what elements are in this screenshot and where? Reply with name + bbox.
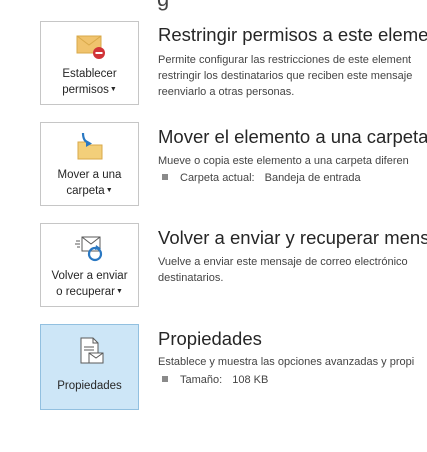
set-permissions-label-1: Establecer <box>62 68 117 80</box>
detail-label: Tamaño: <box>180 374 223 386</box>
detail-label: Carpeta actual: <box>180 172 255 184</box>
detail-value: 108 KB <box>232 374 269 386</box>
dropdown-caret-icon: ▼ <box>105 187 113 194</box>
section-description-line: Vuelve a enviar este mensaje de correo e… <box>158 256 408 268</box>
section-title: Mover el elemento a una carpeta <box>158 126 427 147</box>
resend-recall-label-2: o recuperar <box>56 286 115 298</box>
bullet-icon <box>162 376 168 382</box>
section-description-line: destinatarios. <box>158 272 224 284</box>
section-title: Restringir permisos a este elemen <box>158 24 427 45</box>
properties-label: Propiedades <box>57 380 122 392</box>
resend-recall-icon <box>75 236 103 262</box>
restrict-envelope-icon <box>76 35 105 59</box>
section-description-line: restringir los destinatarios que reciben… <box>158 70 413 82</box>
bullet-icon <box>162 174 168 180</box>
dropdown-caret-icon: ▼ <box>109 86 117 93</box>
section-description-line: Permite configurar las restricciones de … <box>158 54 412 66</box>
section-description-line: reenviarlo a otras personas. <box>158 86 295 98</box>
page-heading-fragment: g <box>157 0 169 12</box>
current-folder-detail: Carpeta actual: Bandeja de entrada <box>162 172 361 184</box>
dropdown-caret-icon: ▼ <box>115 288 123 295</box>
size-detail: Tamaño: 108 KB <box>162 374 268 386</box>
resend-recall-button[interactable]: Volver a enviar o recuperar▼ <box>40 223 139 307</box>
properties-icon <box>80 337 104 364</box>
move-to-folder-label-2: carpeta <box>66 185 105 197</box>
section-title: Volver a enviar y recuperar mensa <box>158 227 427 248</box>
section-description-line: Mueve o copia este elemento a una carpet… <box>158 155 409 167</box>
move-to-folder-icon <box>77 132 103 160</box>
move-to-folder-label-1: Mover a una <box>57 169 122 181</box>
detail-value: Bandeja de entrada <box>264 172 361 184</box>
section-description-line: Establece y muestra las opciones avanzad… <box>158 356 415 368</box>
properties-button[interactable]: Propiedades <box>40 324 139 410</box>
move-to-folder-button[interactable]: Mover a una carpeta▼ <box>40 122 139 206</box>
resend-recall-label-1: Volver a enviar <box>51 270 128 282</box>
set-permissions-label-2: permisos <box>62 84 109 96</box>
section-title: Propiedades <box>158 328 262 349</box>
set-permissions-button[interactable]: Establecer permisos▼ <box>40 21 139 105</box>
